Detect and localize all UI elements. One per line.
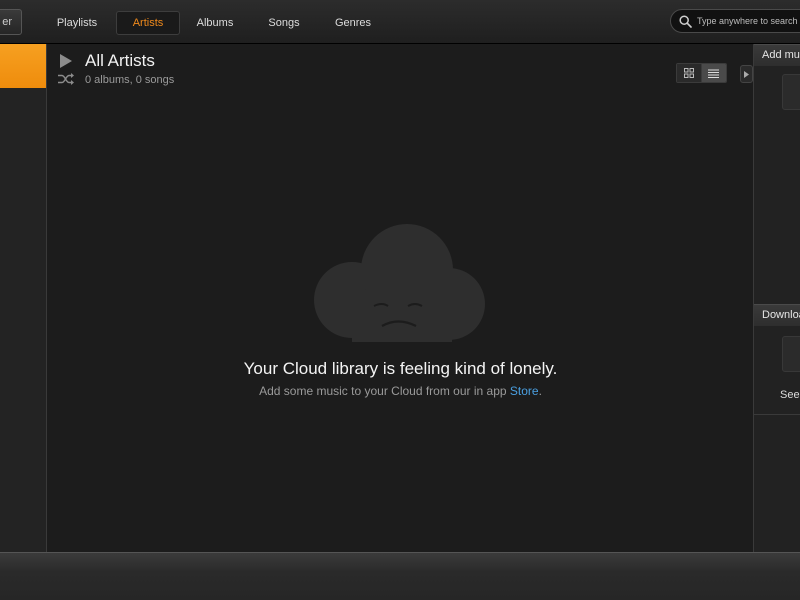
empty-state-title: Your Cloud library is feeling kind of lo… (243, 359, 558, 378)
main-content: All Artists 0 albums, 0 songs Your Cloud… (48, 44, 753, 552)
page-title: All Artists (85, 51, 155, 70)
top-navigation-bar: er Playlists Artists Albums Songs Genres (0, 0, 800, 44)
tab-songs[interactable]: Songs (254, 11, 314, 35)
downloads-box (782, 336, 800, 372)
store-link[interactable]: Store (510, 384, 539, 398)
empty-state-subtitle: Add some music to your Cloud from our in… (48, 384, 753, 398)
tab-genres[interactable]: Genres (322, 11, 384, 35)
empty-state-text: Add some music to your Cloud from our in… (259, 384, 510, 398)
chevron-right-icon (744, 70, 749, 78)
divider (754, 414, 800, 415)
search-input[interactable] (697, 13, 800, 29)
sad-cloud-icon (314, 224, 485, 342)
search-icon (679, 15, 692, 28)
play-icon[interactable] (59, 54, 73, 68)
downloads-header: Downloads (754, 304, 800, 326)
top-left-button[interactable]: er (0, 9, 22, 35)
right-panel: Add music Downloads See all (753, 44, 800, 552)
library-count: 0 albums, 0 songs (85, 74, 175, 86)
view-toggle (676, 63, 727, 83)
collapse-panel-button[interactable] (740, 65, 753, 83)
left-sidebar (0, 44, 47, 552)
tab-playlists[interactable]: Playlists (44, 11, 110, 35)
tab-albums[interactable]: Albums (184, 11, 246, 35)
shuffle-icon[interactable] (58, 73, 74, 85)
list-icon (708, 69, 720, 78)
grid-view-button[interactable] (677, 64, 702, 82)
grid-icon (683, 68, 694, 78)
add-music-box[interactable] (782, 74, 800, 110)
player-bar (0, 552, 800, 600)
add-music-header: Add music (754, 44, 800, 66)
list-view-button[interactable] (701, 64, 726, 82)
empty-state-period: . (538, 384, 542, 398)
sidebar-item-selected[interactable] (0, 44, 46, 88)
tab-artists[interactable]: Artists (116, 11, 180, 35)
search-box[interactable] (670, 9, 800, 33)
see-all-link[interactable]: See all (780, 389, 800, 401)
